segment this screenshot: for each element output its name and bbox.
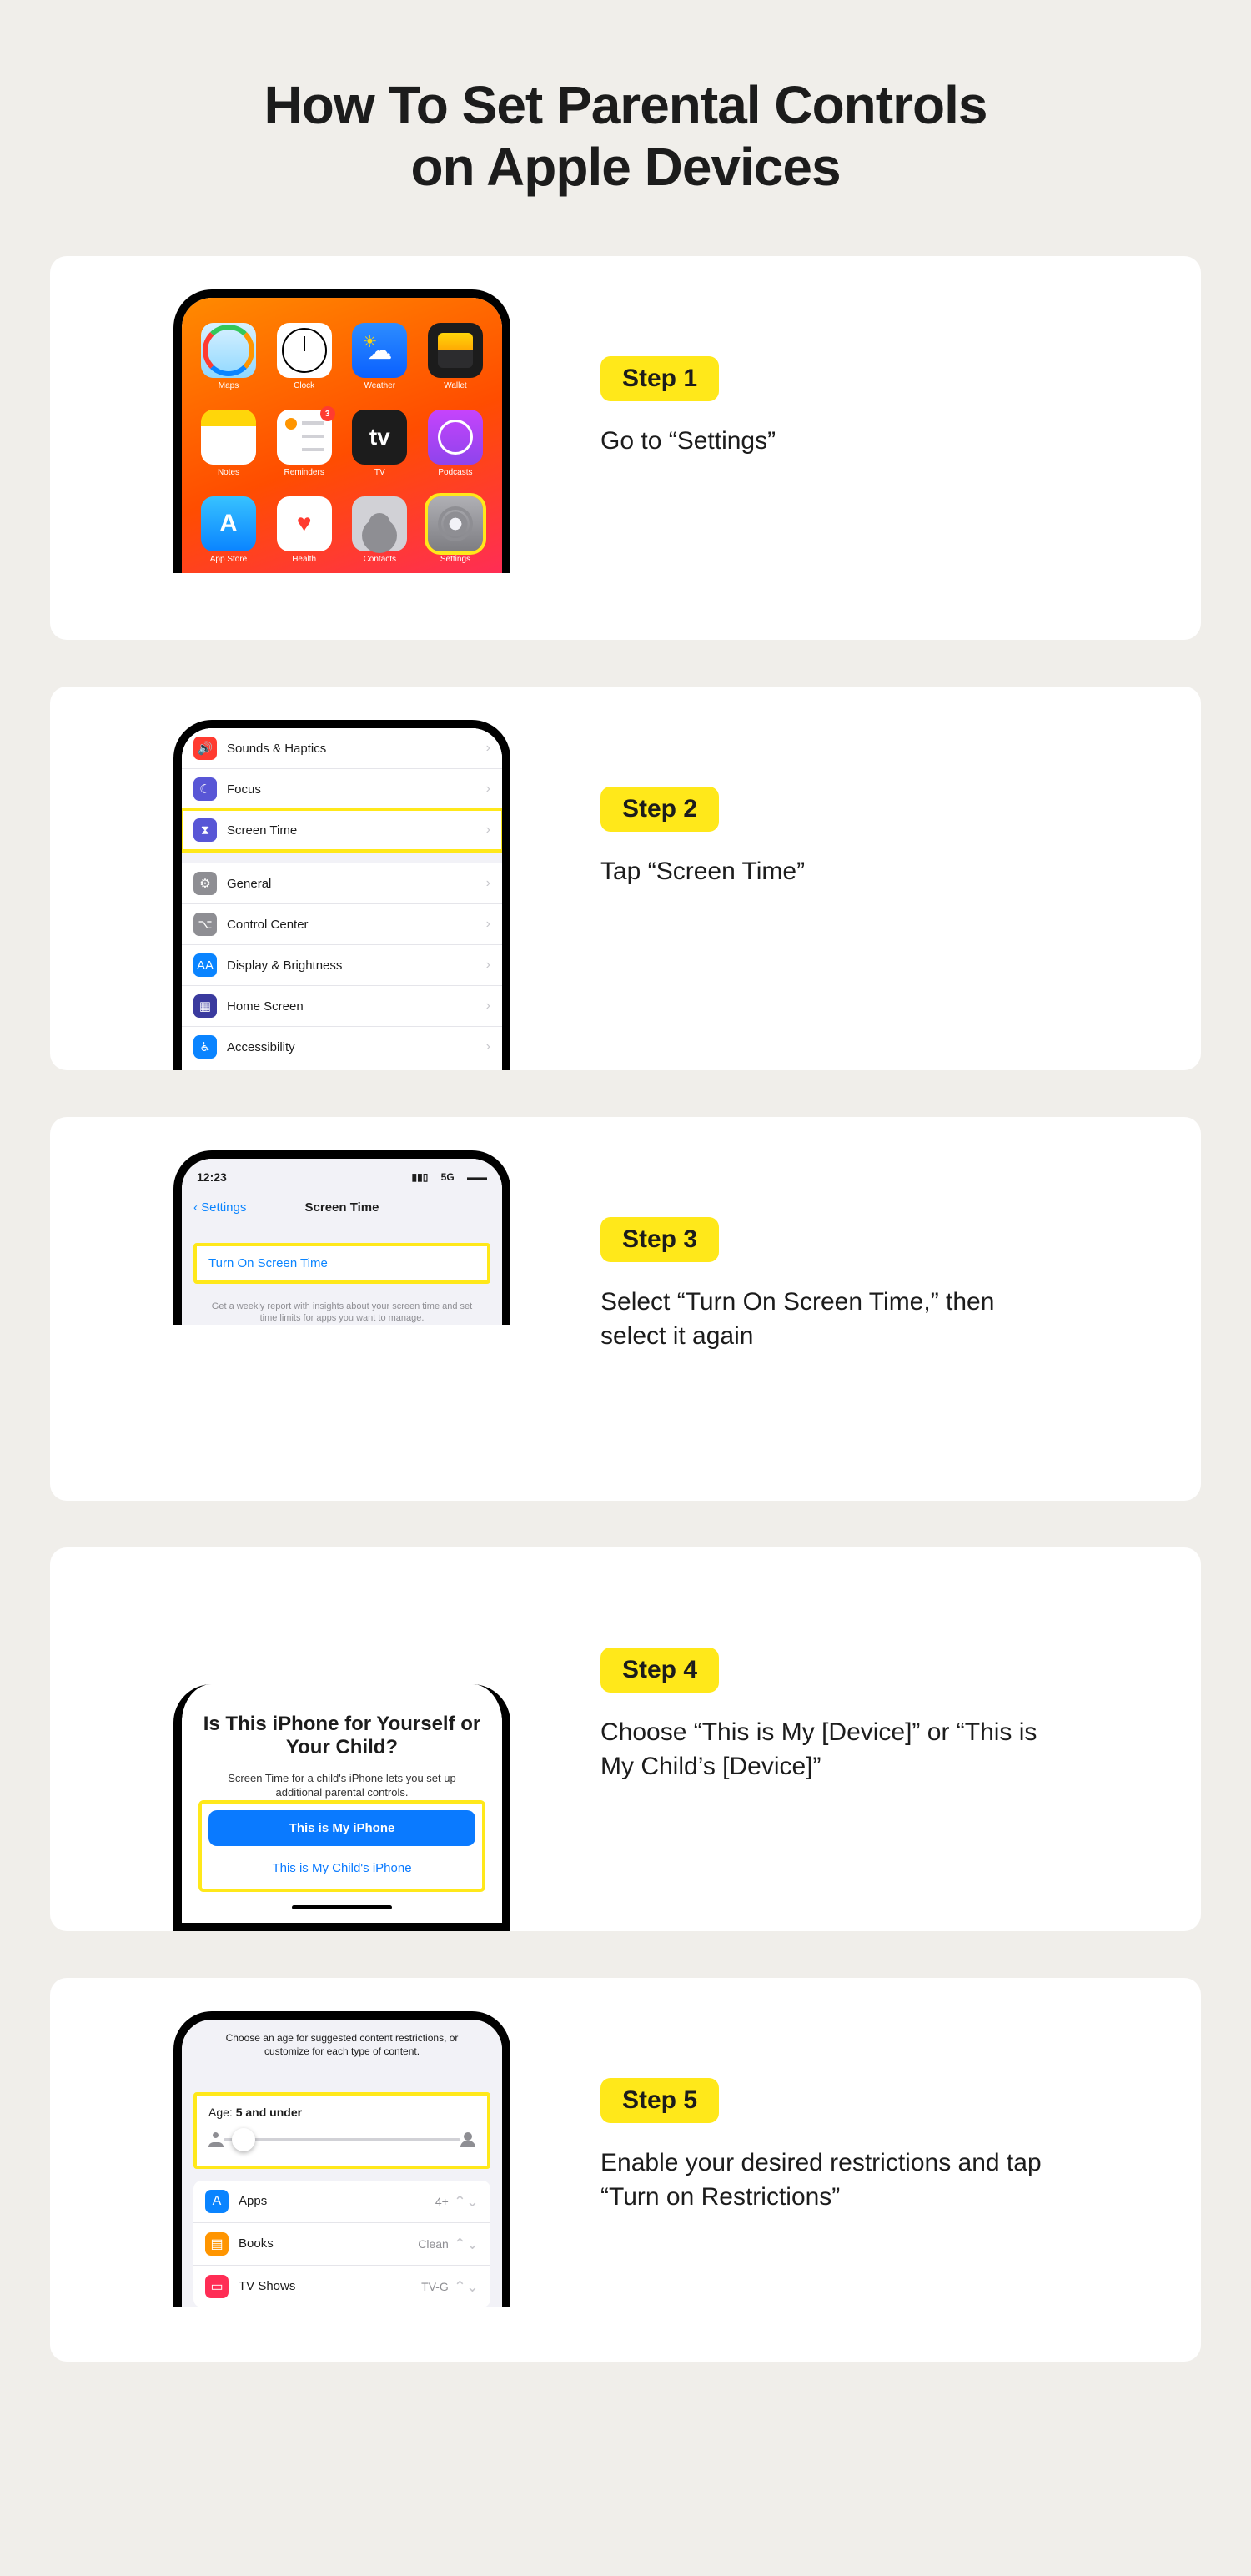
- settings-row-focus[interactable]: ☾Focus›: [182, 769, 502, 810]
- screentime-icon: ⧗: [193, 818, 217, 842]
- books-icon: ▤: [205, 2232, 229, 2256]
- chevron-updown-icon: ⌃⌄: [454, 2279, 479, 2294]
- battery-icon: ▬▬: [467, 1171, 487, 1183]
- reminders-badge: 3: [320, 406, 335, 421]
- step-desc: Go to “Settings”: [600, 425, 1059, 459]
- chevron-right-icon: ›: [486, 876, 490, 891]
- chevron-right-icon: ›: [486, 958, 490, 973]
- app-appstore[interactable]: App Store: [198, 496, 259, 573]
- age-slider-box: Age: 5 and under: [193, 2092, 490, 2169]
- sound-icon: 🔊: [193, 737, 217, 760]
- step-badge: Step 5: [600, 2078, 719, 2123]
- person-small-icon: [208, 2132, 224, 2147]
- step-desc: Tap “Screen Time”: [600, 855, 1059, 889]
- this-is-my-childs-iphone-button[interactable]: This is My Child's iPhone: [208, 1854, 475, 1882]
- tv-icon: ▭: [205, 2275, 229, 2298]
- app-weather[interactable]: Weather: [349, 323, 409, 400]
- chevron-right-icon: ›: [486, 1039, 490, 1054]
- chevron-right-icon: ›: [486, 999, 490, 1014]
- chevron-updown-icon: ⌃⌄: [454, 2236, 479, 2251]
- step-badge: Step 3: [600, 1217, 719, 1262]
- signal-icon: ▮▮▯: [411, 1171, 428, 1183]
- step-5-card: Choose an age for suggested content rest…: [50, 1978, 1201, 2362]
- chevron-right-icon: ›: [486, 782, 490, 797]
- phone-mock-step3: 12:23 ▮▮▯ 5G ▬▬ ‹ Settings Screen Time T…: [173, 1150, 510, 1325]
- app-settings[interactable]: Settings: [425, 496, 485, 573]
- status-bar: 12:23 ▮▮▯ 5G ▬▬: [182, 1159, 502, 1195]
- screen-time-footer: Get a weekly report with insights about …: [182, 1301, 502, 1325]
- settings-row-display[interactable]: AADisplay & Brightness›: [182, 945, 502, 986]
- step-badge: Step 1: [600, 356, 719, 401]
- chevron-right-icon: ›: [486, 741, 490, 756]
- chevron-updown-icon: ⌃⌄: [454, 2194, 479, 2209]
- restriction-row-books[interactable]: ▤ Books Clean⌃⌄: [193, 2223, 490, 2266]
- grid-icon: ▦: [193, 994, 217, 1018]
- step-badge: Step 4: [600, 1648, 719, 1693]
- focus-icon: ☾: [193, 777, 217, 801]
- settings-row-home[interactable]: ▦Home Screen›: [182, 986, 502, 1027]
- phone-mock-step2: 🔊Sounds & Haptics› ☾Focus› ⧗Screen Time›…: [173, 720, 510, 1070]
- app-reminders[interactable]: 3Reminders: [274, 410, 334, 486]
- step-3-card: 12:23 ▮▮▯ 5G ▬▬ ‹ Settings Screen Time T…: [50, 1117, 1201, 1501]
- app-tv[interactable]: TV: [349, 410, 409, 486]
- phone-mock-step5: Choose an age for suggested content rest…: [173, 2011, 510, 2307]
- step-2-card: 🔊Sounds & Haptics› ☾Focus› ⧗Screen Time›…: [50, 687, 1201, 1070]
- age-label: Age: 5 and under: [208, 2106, 475, 2119]
- age-slider[interactable]: [208, 2129, 475, 2151]
- turn-on-screen-time-button[interactable]: Turn On Screen Time: [197, 1246, 487, 1280]
- settings-row-general[interactable]: ⚙General›: [182, 863, 502, 904]
- age-instruction: Choose an age for suggested content rest…: [182, 2031, 502, 2058]
- owner-heading: Is This iPhone for Yourself or Your Chil…: [198, 1713, 485, 1758]
- this-is-my-iphone-button[interactable]: This is My iPhone: [208, 1810, 475, 1846]
- app-clock[interactable]: Clock: [274, 323, 334, 400]
- step-badge: Step 2: [600, 787, 719, 832]
- owner-highlight: This is My iPhone This is My Child's iPh…: [198, 1800, 485, 1892]
- step-1-card: Maps Clock Weather Wallet Notes 3Reminde…: [50, 256, 1201, 640]
- step-desc: Enable your desired restrictions and tap…: [600, 2146, 1059, 2214]
- app-notes[interactable]: Notes: [198, 410, 259, 486]
- display-icon: AA: [193, 953, 217, 977]
- owner-subtext: Screen Time for a child's iPhone lets yo…: [198, 1772, 485, 1800]
- gear-icon: ⚙: [193, 872, 217, 895]
- home-indicator[interactable]: [292, 1905, 392, 1909]
- settings-row-accessibility[interactable]: ♿︎Accessibility›: [182, 1027, 502, 1067]
- nav-title: Screen Time: [182, 1200, 502, 1215]
- step-desc: Choose “This is My [Device]” or “This is…: [600, 1716, 1059, 1784]
- app-wallet[interactable]: Wallet: [425, 323, 485, 400]
- restriction-row-tvshows[interactable]: ▭ TV Shows TV-G⌃⌄: [193, 2266, 490, 2307]
- step-4-card: Is This iPhone for Yourself or Your Chil…: [50, 1547, 1201, 1931]
- phone-mock-step4: Is This iPhone for Yourself or Your Chil…: [173, 1684, 510, 1931]
- app-contacts[interactable]: Contacts: [349, 496, 409, 573]
- chevron-right-icon: ›: [486, 917, 490, 932]
- settings-row-screentime[interactable]: ⧗Screen Time›: [182, 810, 502, 850]
- toggles-icon: ⌥: [193, 913, 217, 936]
- accessibility-icon: ♿︎: [193, 1035, 217, 1059]
- phone-mock-step1: Maps Clock Weather Wallet Notes 3Reminde…: [173, 289, 510, 573]
- restriction-row-apps[interactable]: A Apps 4+⌃⌄: [193, 2181, 490, 2223]
- app-maps[interactable]: Maps: [198, 323, 259, 400]
- chevron-right-icon: ›: [486, 823, 490, 838]
- slider-knob[interactable]: [232, 2128, 255, 2151]
- apps-icon: A: [205, 2190, 229, 2213]
- settings-row-sounds[interactable]: 🔊Sounds & Haptics›: [182, 728, 502, 769]
- app-podcasts[interactable]: Podcasts: [425, 410, 485, 486]
- person-large-icon: [460, 2132, 475, 2147]
- page-title: How To Set Parental Controls on Apple De…: [50, 75, 1201, 198]
- settings-row-control[interactable]: ⌥Control Center›: [182, 904, 502, 945]
- step-desc: Select “Turn On Screen Time,” then selec…: [600, 1285, 1059, 1353]
- app-health[interactable]: Health: [274, 496, 334, 573]
